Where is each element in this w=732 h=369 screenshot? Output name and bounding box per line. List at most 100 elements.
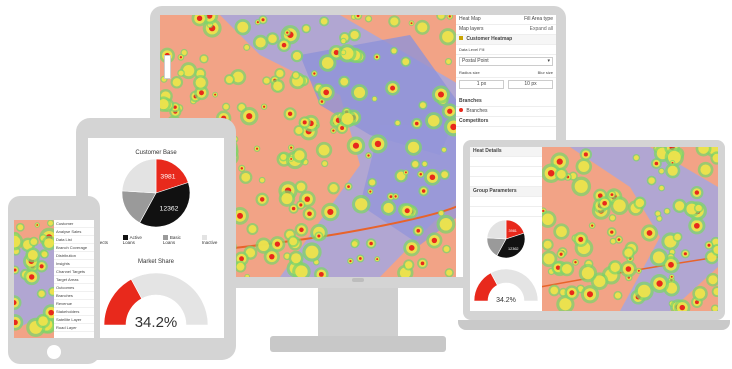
laptop-side-panel: Heat Details Group Parameters 3981 12362 … — [470, 147, 542, 311]
heat-blob — [287, 235, 300, 248]
tab-fill-area[interactable]: Fill Area type — [524, 15, 553, 24]
blur-label: Blur size — [537, 70, 553, 75]
layer-row[interactable]: Customer Heatmap — [456, 35, 556, 45]
branches-header[interactable]: Branches — [456, 97, 556, 107]
map-layers-label: Map layers — [459, 26, 484, 32]
legend-item: Basic Loans — [162, 235, 194, 245]
phone-menu-item[interactable]: Insights — [54, 260, 94, 268]
heat-blob — [693, 203, 704, 213]
competitors-header[interactable]: Competitors — [456, 117, 556, 127]
heat-blob — [541, 238, 554, 251]
heat-blob — [350, 239, 359, 249]
heat-blob — [658, 167, 665, 175]
heat-blob — [399, 203, 415, 219]
heat-blob — [553, 223, 570, 240]
heat-blob — [239, 170, 253, 184]
phone-menu-item[interactable]: Branches — [54, 292, 94, 300]
heat-blob — [559, 261, 575, 277]
heat-blob — [177, 69, 185, 77]
heat-blob — [374, 256, 381, 263]
heat-blob — [25, 247, 41, 263]
heat-blob — [640, 224, 659, 242]
pie-slice — [121, 158, 157, 194]
heat-blob — [658, 184, 665, 192]
heat-blob — [651, 158, 662, 169]
heat-blob — [417, 257, 428, 269]
heat-blob — [315, 141, 333, 159]
heat-blob — [439, 169, 450, 180]
heat-blob — [405, 138, 422, 156]
heat-blob — [314, 231, 324, 241]
heat-blob — [436, 214, 456, 234]
pie-data-label: 3981 — [508, 229, 516, 233]
heat-blob — [365, 238, 377, 249]
heat-blob — [319, 16, 330, 27]
heat-blob — [371, 95, 378, 102]
expand-all-link[interactable]: Expand all — [530, 25, 553, 34]
pie-data-label: 12362 — [508, 247, 519, 251]
phone-menu-item[interactable]: Outcomes — [54, 284, 94, 292]
heat-blob — [431, 85, 451, 104]
phone-menu-item[interactable]: Distribution — [54, 252, 94, 260]
blur-stepper[interactable]: 10 px — [508, 80, 553, 89]
heat-blob — [665, 163, 681, 179]
heat-blob — [441, 146, 447, 153]
heat-blob — [385, 80, 401, 96]
heat-blob — [234, 260, 247, 273]
heat-blob — [554, 167, 568, 181]
heat-blob — [296, 200, 306, 210]
radius-label: Radius size — [459, 70, 480, 75]
phone-menu-item[interactable]: Data List — [54, 236, 94, 244]
heat-blob — [564, 285, 580, 301]
heat-blob — [364, 15, 373, 23]
panel-row — [470, 197, 542, 207]
heat-blob — [338, 75, 351, 88]
heat-blob — [622, 246, 635, 260]
heat-blob — [338, 110, 357, 128]
heat-blob — [380, 200, 397, 216]
phone-menu-item[interactable]: Channel Targets — [54, 268, 94, 276]
tab-heat-map[interactable]: Heat Map — [459, 15, 481, 24]
heat-blob — [321, 202, 340, 222]
heat-blob — [321, 159, 329, 168]
pie-data-label: 3981 — [160, 173, 175, 180]
phone-menu-item[interactable]: Branch Coverage — [54, 244, 94, 252]
postal-point-select[interactable]: Postal Point ▾ — [459, 57, 553, 66]
heat-blob — [287, 144, 295, 151]
heat-blob — [255, 192, 269, 207]
heat-blob — [418, 185, 429, 197]
monitor-foot — [270, 336, 446, 352]
heat-blob — [578, 263, 598, 283]
phone-menu-item[interactable]: Analyse Sales — [54, 228, 94, 236]
radius-stepper[interactable]: 1 px — [459, 80, 504, 89]
heat-blob — [403, 259, 415, 271]
heat-blob — [444, 57, 453, 66]
phone-menu-item[interactable]: Satellite Layer — [54, 316, 94, 324]
heat-blob — [278, 152, 288, 162]
heat-blob — [23, 268, 40, 286]
phone-menu-item[interactable]: Customer — [54, 220, 94, 228]
legend-item: Active Loans — [122, 235, 155, 245]
heat-blob — [302, 206, 317, 221]
heat-blob — [252, 34, 269, 51]
phone-menu-item[interactable]: Stakeholders — [54, 308, 94, 316]
phone-home-button[interactable] — [47, 345, 61, 359]
heat-blob — [690, 186, 704, 200]
monitor-chin-logo — [352, 278, 364, 282]
phone-menu-item[interactable]: Target Areas — [54, 276, 94, 284]
donut-value: 34.2% — [134, 314, 178, 331]
heat-blob — [234, 18, 251, 36]
heat-blob — [298, 116, 311, 129]
zoom-controls[interactable] — [164, 55, 171, 79]
heat-blob — [291, 70, 301, 80]
heat-blob — [340, 49, 347, 56]
heat-blob — [411, 118, 423, 129]
heat-blob — [656, 215, 663, 222]
heat-blob — [318, 54, 337, 72]
chevron-down-icon: ▾ — [547, 58, 550, 64]
phone-menu-item[interactable]: Road Layer — [54, 324, 94, 332]
branches-item[interactable]: Branches — [456, 107, 556, 117]
phone-menu-item[interactable]: Revenue — [54, 300, 94, 308]
heat-blob — [692, 285, 708, 302]
legend-item: Inactive — [201, 235, 224, 245]
